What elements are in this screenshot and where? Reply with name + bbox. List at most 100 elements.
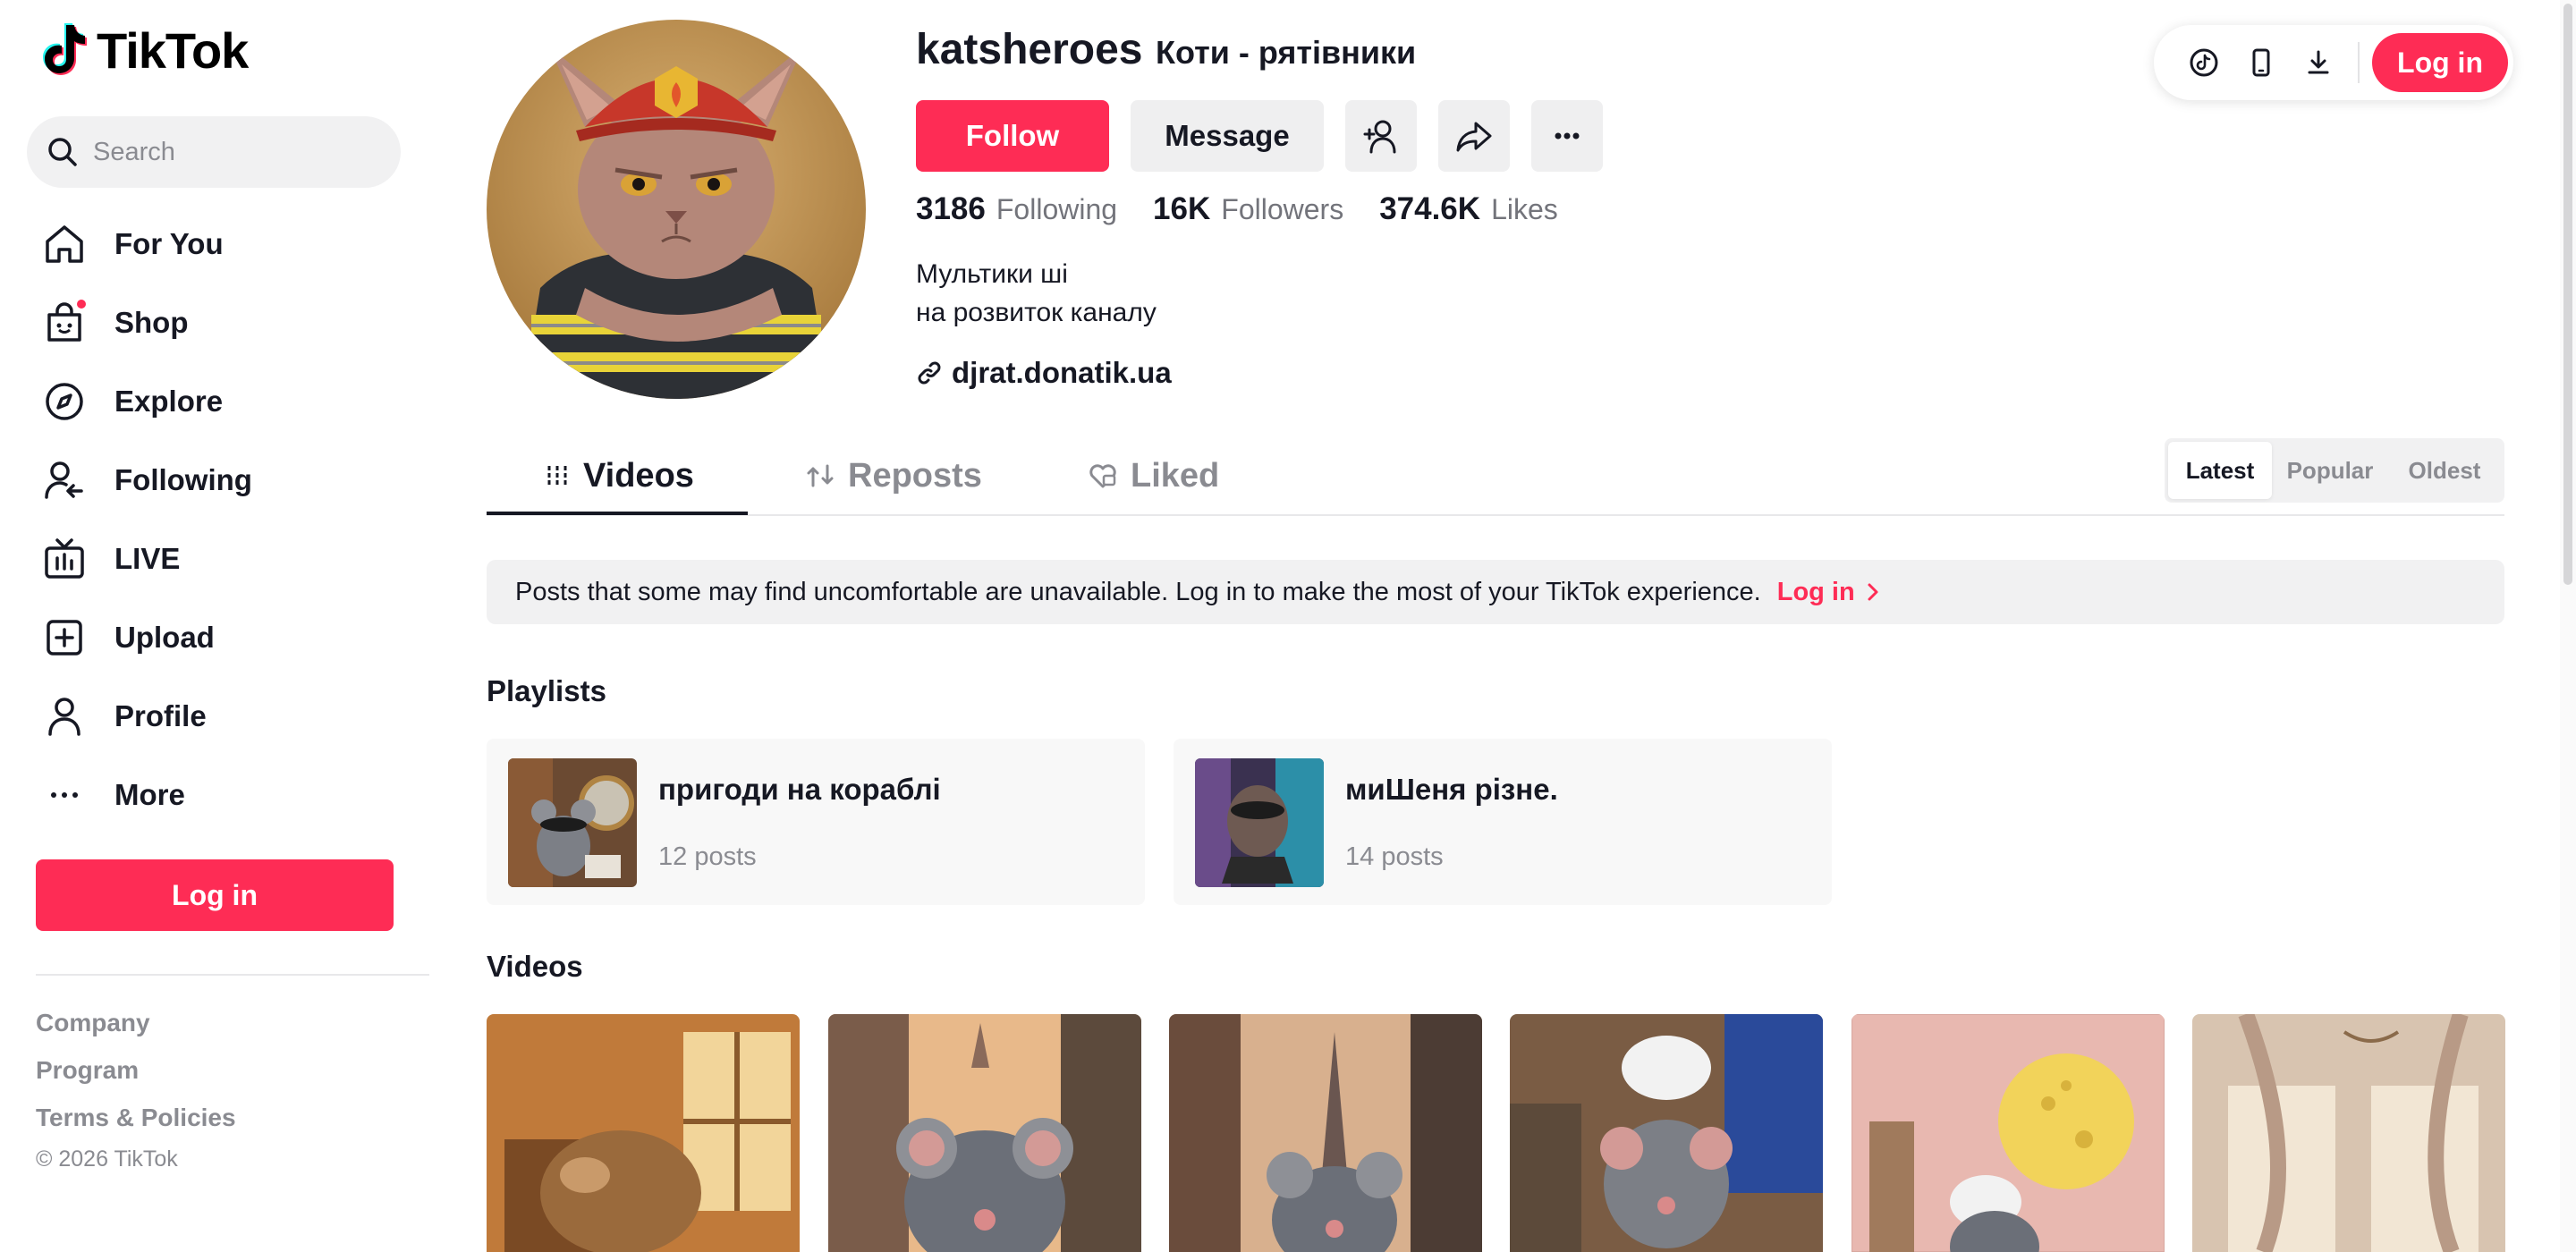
- sidebar-divider: [36, 974, 429, 976]
- profile-stats: 3186 Following 16K Followers 374.6K Likes: [916, 191, 1558, 227]
- stat-label: Following: [996, 193, 1118, 225]
- header-separator: [2358, 42, 2360, 83]
- compass-icon: [39, 376, 89, 427]
- message-button[interactable]: Message: [1131, 100, 1324, 172]
- tab-divider: [487, 514, 2504, 516]
- videos-heading: Videos: [487, 950, 583, 983]
- tab-label: Reposts: [848, 456, 982, 495]
- more-icon: [39, 770, 89, 820]
- nav-live[interactable]: LIVE: [39, 528, 415, 590]
- home-icon: [39, 219, 89, 269]
- nav-label: Shop: [114, 306, 189, 339]
- footer-link-company[interactable]: Company: [36, 1009, 150, 1037]
- profile-bio-line-1: Мультики ші: [916, 259, 1068, 289]
- shop-icon: [39, 298, 89, 348]
- notification-dot: [77, 300, 86, 309]
- nav-profile[interactable]: Profile: [39, 685, 415, 748]
- share-button[interactable]: [1438, 100, 1510, 172]
- header-login-button[interactable]: Log in: [2372, 33, 2508, 92]
- playlist-title: пригоди на кораблі: [658, 773, 941, 806]
- download-icon[interactable]: [2290, 34, 2347, 91]
- nav-label: LIVE: [114, 542, 181, 575]
- search-icon: [48, 138, 77, 166]
- video-thumbnail[interactable]: [1169, 1014, 1482, 1252]
- page-scrollbar-thumb[interactable]: [2563, 4, 2572, 585]
- search-bar[interactable]: [27, 116, 401, 188]
- ellipsis-icon: [1555, 132, 1580, 140]
- mobile-icon[interactable]: [2233, 34, 2290, 91]
- header-actions: Log in: [2154, 25, 2513, 100]
- banner-link-label: Log in: [1776, 577, 1855, 606]
- playlist-count: 14 posts: [1345, 842, 1444, 871]
- more-options-button[interactable]: [1531, 100, 1603, 172]
- playlist-card[interactable]: миШеня різне. 14 posts: [1174, 739, 1832, 905]
- nav-label: Following: [114, 463, 252, 496]
- add-friend-button[interactable]: [1345, 100, 1417, 172]
- copyright: © 2026 TikTok: [36, 1146, 178, 1172]
- video-thumbnail[interactable]: [828, 1014, 1141, 1252]
- playlist-title: миШеня різне.: [1345, 773, 1558, 806]
- tiktok-logo[interactable]: TikTok: [39, 18, 249, 82]
- sort-popular[interactable]: Popular: [2272, 442, 2388, 499]
- stat-followers[interactable]: 16K Followers: [1153, 191, 1343, 227]
- follow-button[interactable]: Follow: [916, 100, 1109, 172]
- nav-label: Profile: [114, 699, 207, 732]
- stat-value: 3186: [916, 191, 986, 226]
- nav-label: More: [114, 778, 185, 811]
- playlist-card[interactable]: пригоди на кораблі 12 posts: [487, 739, 1145, 905]
- video-thumbnail[interactable]: [1510, 1014, 1823, 1252]
- active-tab-indicator: [487, 512, 748, 515]
- sort-toggle: Latest Popular Oldest: [2165, 438, 2504, 503]
- nav-explore[interactable]: Explore: [39, 370, 415, 433]
- profile-username: katsheroes: [916, 26, 1143, 73]
- playlist-thumbnail: [508, 758, 637, 887]
- tiktok-wordmark: TikTok: [97, 21, 249, 79]
- tab-label: Liked: [1131, 456, 1220, 495]
- tab-reposts[interactable]: Reposts: [805, 445, 982, 506]
- chevron-right-icon: [1868, 583, 1878, 601]
- nav-shop[interactable]: Shop: [39, 292, 415, 354]
- add-user-icon: [1363, 120, 1396, 154]
- footer-link-terms[interactable]: Terms & Policies: [36, 1104, 236, 1132]
- tiktok-coin-icon[interactable]: [2175, 34, 2233, 91]
- stat-label: Followers: [1221, 193, 1344, 225]
- nav-following[interactable]: Following: [39, 449, 415, 512]
- nav-label: Explore: [114, 385, 224, 418]
- playlist-thumbnail: [1195, 758, 1324, 887]
- profile-icon: [39, 691, 89, 741]
- repost-icon: [807, 464, 834, 487]
- content-notice-banner: Posts that some may find uncomfortable a…: [487, 560, 2504, 624]
- nav-more[interactable]: More: [39, 764, 415, 826]
- share-icon: [1456, 122, 1492, 152]
- banner-login-link[interactable]: Log in: [1777, 578, 1882, 607]
- link-icon: [918, 361, 941, 385]
- playlist-count: 12 posts: [658, 842, 757, 871]
- video-thumbnail[interactable]: [2192, 1014, 2505, 1252]
- profile-bio-line-2: на розвиток каналу: [916, 298, 1157, 327]
- stat-value: 374.6K: [1379, 191, 1481, 226]
- sidebar: TikTok For You Shop Explore Following: [0, 0, 438, 1252]
- search-input[interactable]: [93, 137, 379, 167]
- nav-label: For You: [114, 227, 224, 260]
- live-icon: [39, 534, 89, 584]
- sort-oldest[interactable]: Oldest: [2388, 442, 2501, 499]
- banner-text: Posts that some may find uncomfortable a…: [515, 577, 1761, 606]
- video-thumbnail[interactable]: [487, 1014, 800, 1252]
- tab-liked[interactable]: Liked: [1088, 445, 1219, 506]
- profile-avatar: [487, 20, 866, 399]
- videos-grid-icon: [547, 466, 567, 486]
- footer-link-program[interactable]: Program: [36, 1056, 139, 1085]
- nav-upload[interactable]: Upload: [39, 606, 415, 669]
- profile-nickname: Коти - рятівники: [1156, 34, 1417, 71]
- profile-link[interactable]: djrat.donatik.ua: [916, 356, 1172, 390]
- tab-videos[interactable]: Videos: [544, 445, 694, 506]
- playlists-heading: Playlists: [487, 674, 606, 707]
- following-icon: [39, 455, 89, 505]
- tiktok-logo-icon: [43, 23, 87, 75]
- nav-label: Upload: [114, 621, 215, 654]
- video-thumbnail[interactable]: [1852, 1014, 2165, 1252]
- nav-for-you[interactable]: For You: [39, 213, 415, 275]
- sort-latest[interactable]: Latest: [2168, 442, 2272, 499]
- sidebar-login-button[interactable]: Log in: [36, 859, 394, 931]
- stat-following[interactable]: 3186 Following: [916, 191, 1117, 227]
